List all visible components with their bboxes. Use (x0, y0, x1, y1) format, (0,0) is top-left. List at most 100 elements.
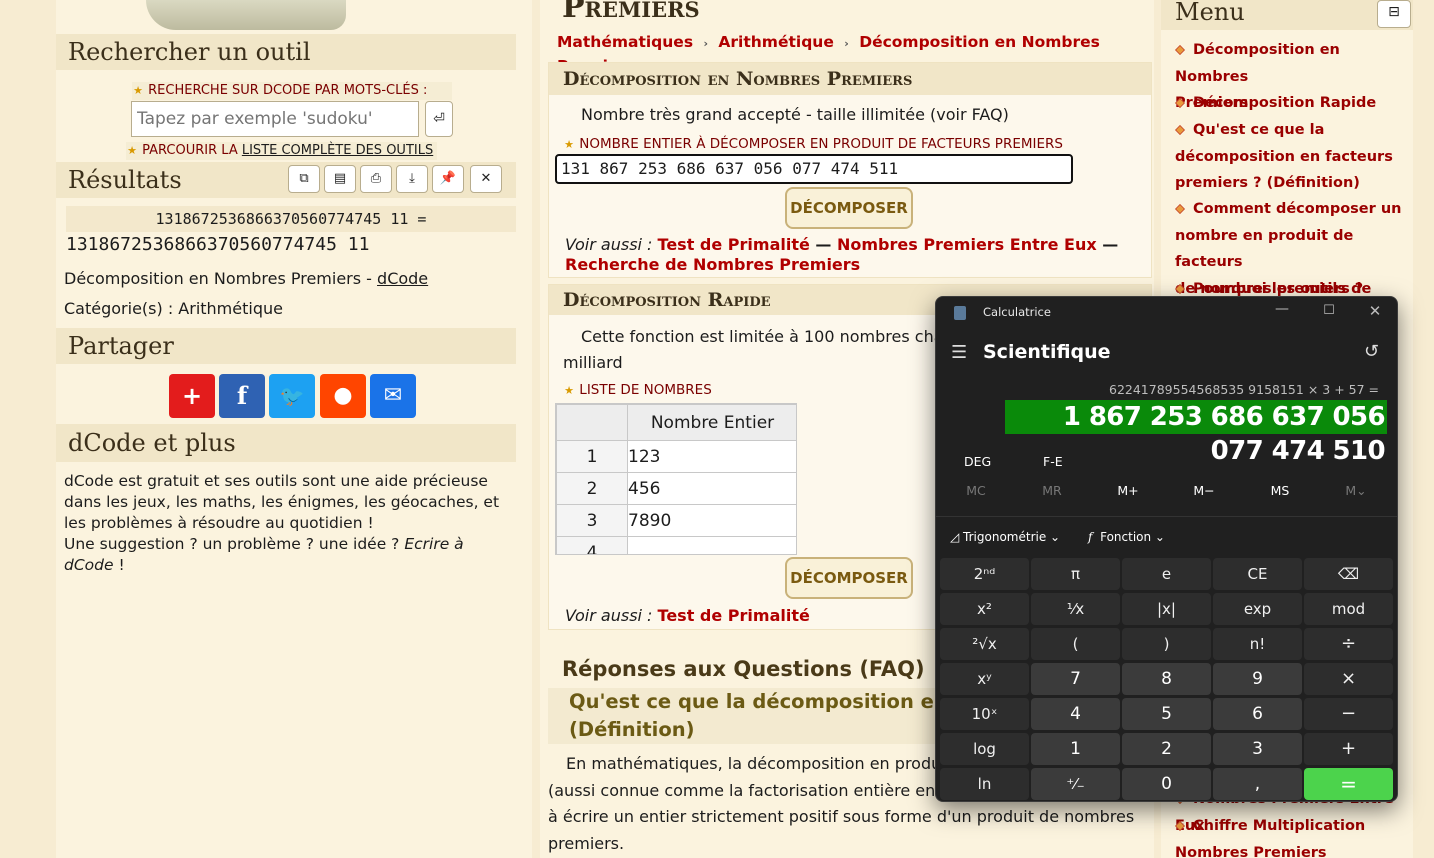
negate-key[interactable]: ⁺⁄₋ (1031, 768, 1120, 800)
menu-bullet-icon (1175, 45, 1185, 55)
hamburger-menu-icon[interactable]: ☰ (951, 342, 967, 363)
calculator-window: Calculatrice — ☐ ✕ ☰ Scientifique ↺ 6224… (935, 296, 1398, 802)
browse-all-tools-link[interactable]: LISTE COMPLÈTE DES OUTILS (242, 143, 433, 158)
equals-key[interactable]: = (1304, 768, 1393, 800)
twitter-icon[interactable]: 🐦 (269, 374, 315, 418)
pin-icon[interactable]: 📌 (432, 165, 464, 193)
calc-title: Calculatrice (983, 305, 1051, 319)
digit-2-key[interactable]: 2 (1122, 733, 1211, 765)
menu-item-multiplication-cipher[interactable]: Chiffre Multiplication Nombres Premiers (1175, 813, 1410, 858)
facebook-icon[interactable]: f (219, 374, 265, 418)
menu-collapse-icon[interactable]: ⊟ (1377, 0, 1411, 28)
search-label: ★ RECHERCHE SUR DCODE PAR MOTS-CLÉS : (132, 82, 452, 100)
email-icon[interactable]: ✉ (370, 374, 416, 418)
multiply-key[interactable]: × (1304, 663, 1393, 695)
grid-cell[interactable]: 456 (627, 472, 796, 505)
digit-7-key[interactable]: 7 (1031, 663, 1120, 695)
plus-key[interactable]: + (1304, 733, 1393, 765)
grid-cell[interactable]: 7890 (627, 504, 796, 537)
memory-store-button[interactable]: MS (1245, 483, 1315, 498)
breadcrumb-chevron-icon: › (844, 37, 849, 50)
reddit-icon[interactable]: ● (320, 374, 366, 418)
link-primality-test[interactable]: Test de Primalité (658, 235, 810, 254)
s2-label-text: LISTE DE NOMBRES (579, 382, 712, 398)
log-key[interactable]: log (940, 733, 1029, 765)
memory-add-button[interactable]: M+ (1093, 483, 1163, 498)
search-submit-button[interactable]: ⏎ (425, 101, 453, 137)
see-also-label: Voir aussi : (565, 235, 658, 254)
digit-1-key[interactable]: 1 (1031, 733, 1120, 765)
open-paren-key[interactable]: ( (1031, 628, 1120, 660)
more-text: dCode est gratuit et ses outils sont une… (64, 471, 514, 576)
deg-toggle[interactable]: DEG (964, 454, 991, 469)
maximize-icon[interactable]: ☐ (1317, 303, 1341, 318)
grid-column-header: Nombre Entier (627, 404, 796, 441)
digit-8-key[interactable]: 8 (1122, 663, 1211, 695)
mod-key[interactable]: mod (1304, 593, 1393, 625)
factorial-key[interactable]: n! (1213, 628, 1302, 660)
function-dropdown[interactable]: f Fonction ⌄ (1088, 530, 1165, 544)
export-icon[interactable]: ▤ (324, 165, 356, 193)
absolute-key[interactable]: |x| (1122, 593, 1211, 625)
star-icon: ★ (133, 84, 143, 97)
minimize-icon[interactable]: — (1270, 301, 1294, 317)
menu-bullet-icon (1175, 821, 1185, 831)
quick-decompose-button[interactable]: DÉCOMPOSER (785, 557, 913, 599)
copy-icon[interactable]: ⧉ (288, 165, 320, 193)
square-key[interactable]: x² (940, 593, 1029, 625)
close-paren-key[interactable]: ) (1122, 628, 1211, 660)
pi-key[interactable]: π (1031, 558, 1120, 590)
menu-bullet-icon (1175, 98, 1185, 108)
faq-text-3: à écrire un entier strictement positif s… (548, 807, 1135, 826)
trigonometry-dropdown[interactable]: ◿ Trigonométrie ⌄ (950, 530, 1060, 544)
menu-bullet-icon (1175, 125, 1185, 135)
link-prime-search[interactable]: Recherche de Nombres Premiers (565, 255, 860, 274)
digit-3-key[interactable]: 3 (1213, 733, 1302, 765)
clear-entry-key[interactable]: CE (1213, 558, 1302, 590)
decimal-key[interactable]: , (1213, 768, 1302, 800)
power-key[interactable]: xʸ (940, 663, 1029, 695)
close-window-icon[interactable]: ✕ (1363, 302, 1387, 320)
history-icon[interactable]: ↺ (1364, 341, 1379, 362)
search-label-text: RECHERCHE SUR DCODE PAR MOTS-CLÉS : (148, 83, 428, 98)
fe-toggle[interactable]: F-E (1043, 454, 1063, 469)
number-input[interactable]: 131 867 253 686 637 056 077 474 511 (555, 154, 1073, 184)
print-icon[interactable]: ⎙ (360, 165, 392, 193)
ln-key[interactable]: ln (940, 768, 1029, 800)
exp-key[interactable]: exp (1213, 593, 1302, 625)
link-coprime-numbers[interactable]: Nombres Premiers Entre Eux (837, 235, 1097, 254)
digit-5-key[interactable]: 5 (1122, 698, 1211, 730)
grid-cell[interactable] (627, 536, 796, 554)
browse-line: ★ PARCOURIR LA LISTE COMPLÈTE DES OUTILS (126, 142, 438, 160)
digit-0-key[interactable]: 0 (1122, 768, 1211, 800)
search-input[interactable] (131, 101, 419, 137)
grid-row-number: 4 (556, 536, 628, 554)
digit-9-key[interactable]: 9 (1213, 663, 1302, 695)
reciprocal-key[interactable]: ¹⁄x (1031, 593, 1120, 625)
divide-key[interactable]: ÷ (1304, 628, 1393, 660)
breadcrumb-item-arithmetique[interactable]: Arithmétique (718, 33, 833, 51)
digit-4-key[interactable]: 4 (1031, 698, 1120, 730)
breadcrumb-item-mathematiques[interactable]: Mathématiques (557, 33, 693, 51)
backspace-icon[interactable]: ⌫ (1304, 558, 1393, 590)
decompose-button[interactable]: DÉCOMPOSER (785, 187, 913, 229)
link-primality-test[interactable]: Test de Primalité (658, 606, 810, 625)
menu-item-definition[interactable]: Qu'est ce que la décomposition en facteur… (1175, 117, 1410, 197)
sqrt-key[interactable]: ²√x (940, 628, 1029, 660)
calc-divider (936, 516, 1397, 517)
star-icon: ★ (564, 138, 574, 151)
share-plus-icon[interactable]: + (169, 374, 215, 418)
star-icon: ★ (564, 384, 574, 397)
second-function-key[interactable]: 2ⁿᵈ (940, 558, 1029, 590)
close-icon[interactable]: ✕ (470, 165, 502, 193)
digit-6-key[interactable]: 6 (1213, 698, 1302, 730)
share-heading: Partager (56, 328, 516, 364)
euler-key[interactable]: e (1122, 558, 1211, 590)
grid-cell[interactable]: 123 (627, 440, 796, 473)
dcode-link[interactable]: dCode (377, 269, 428, 288)
ten-power-key[interactable]: 10ˣ (940, 698, 1029, 730)
download-icon[interactable]: ⤓ (396, 165, 428, 193)
menu-item-quick-decomposition[interactable]: Décomposition Rapide (1175, 90, 1410, 117)
memory-subtract-button[interactable]: M− (1169, 483, 1239, 498)
minus-key[interactable]: − (1304, 698, 1393, 730)
